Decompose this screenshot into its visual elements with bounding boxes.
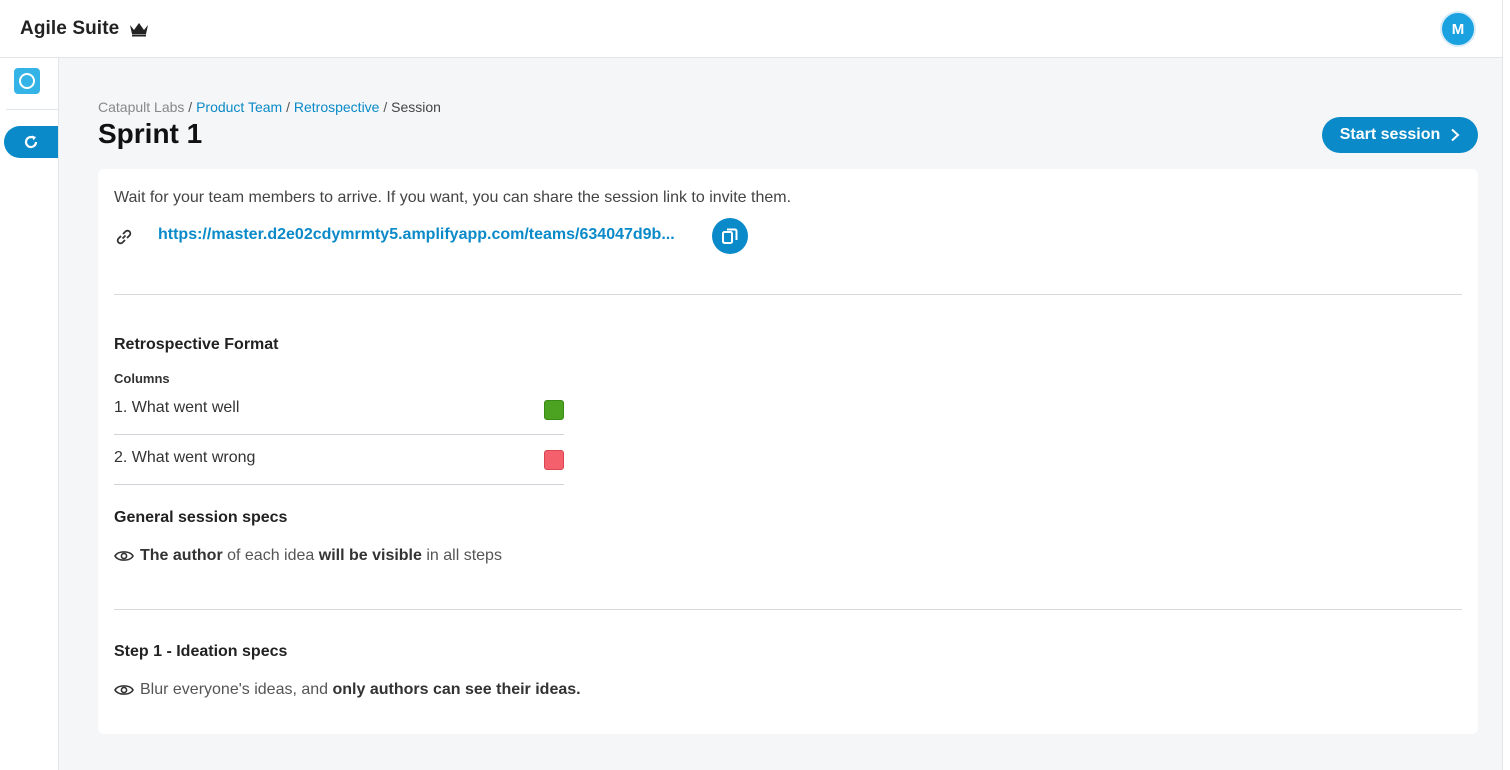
start-session-label: Start session <box>1339 126 1441 143</box>
breadcrumb-separator: / <box>286 99 290 115</box>
column-row: 1. What went well <box>114 385 564 435</box>
column-label: 2. What went wrong <box>114 449 256 466</box>
columns-label: Columns <box>114 371 170 386</box>
sidebar <box>0 58 59 770</box>
copy-link-button[interactable] <box>712 218 748 254</box>
refresh-icon <box>24 135 38 149</box>
column-label: 1. What went well <box>114 399 240 416</box>
invite-message: Wait for your team members to arrive. If… <box>114 189 792 206</box>
spec-text: in all steps <box>421 547 502 564</box>
breadcrumb-separator: / <box>383 99 388 115</box>
sidebar-divider <box>6 109 59 110</box>
retrospective-format-title: Retrospective Format <box>114 336 279 353</box>
session-card: Wait for your team members to arrive. If… <box>98 169 1478 734</box>
chevron-right-icon <box>1451 128 1460 142</box>
spec-text: of each idea <box>222 547 319 564</box>
author-visibility-spec: The author of each idea will be visible … <box>114 547 502 565</box>
top-bar: Agile Suite M <box>0 0 1502 58</box>
scrollbar[interactable] <box>1502 0 1510 770</box>
step1-specs-title: Step 1 - Ideation specs <box>114 643 288 660</box>
ideation-blur-spec: Blur everyone's ideas, and only authors … <box>114 681 581 699</box>
breadcrumb: Catapult Labs / Product Team / Retrospec… <box>98 99 441 115</box>
eye-icon <box>114 685 134 695</box>
eye-icon <box>114 551 134 561</box>
page-title: Sprint 1 <box>98 118 203 149</box>
spec-emphasis: only authors can see their ideas. <box>332 681 581 698</box>
copy-icon <box>722 228 738 244</box>
sidebar-item-retrospective[interactable] <box>4 126 58 158</box>
link-icon <box>116 229 132 245</box>
brand-name: Agile Suite <box>20 17 120 39</box>
start-session-button[interactable]: Start session <box>1322 117 1478 153</box>
breadcrumb-org[interactable]: Catapult Labs <box>98 99 184 115</box>
breadcrumb-team[interactable]: Product Team <box>196 99 282 115</box>
section-divider <box>114 609 1462 610</box>
session-link[interactable]: https://master.d2e02cdymrmty5.amplifyapp… <box>158 226 692 244</box>
spec-emphasis: The author <box>140 547 223 564</box>
column-row: 2. What went wrong <box>114 435 564 485</box>
sidebar-home-icon[interactable] <box>14 68 40 94</box>
spec-emphasis: will be visible <box>318 547 422 564</box>
spec-text: Blur everyone's ideas, and <box>140 681 333 698</box>
user-avatar[interactable]: M <box>1440 11 1476 47</box>
breadcrumb-current: Session <box>391 99 441 115</box>
column-color-swatch <box>544 400 564 420</box>
breadcrumb-retrospective[interactable]: Retrospective <box>294 99 380 115</box>
section-divider <box>114 294 1462 295</box>
general-specs-title: General session specs <box>114 509 288 526</box>
column-color-swatch <box>544 450 564 470</box>
breadcrumb-separator: / <box>188 99 193 115</box>
crown-icon <box>130 22 149 36</box>
